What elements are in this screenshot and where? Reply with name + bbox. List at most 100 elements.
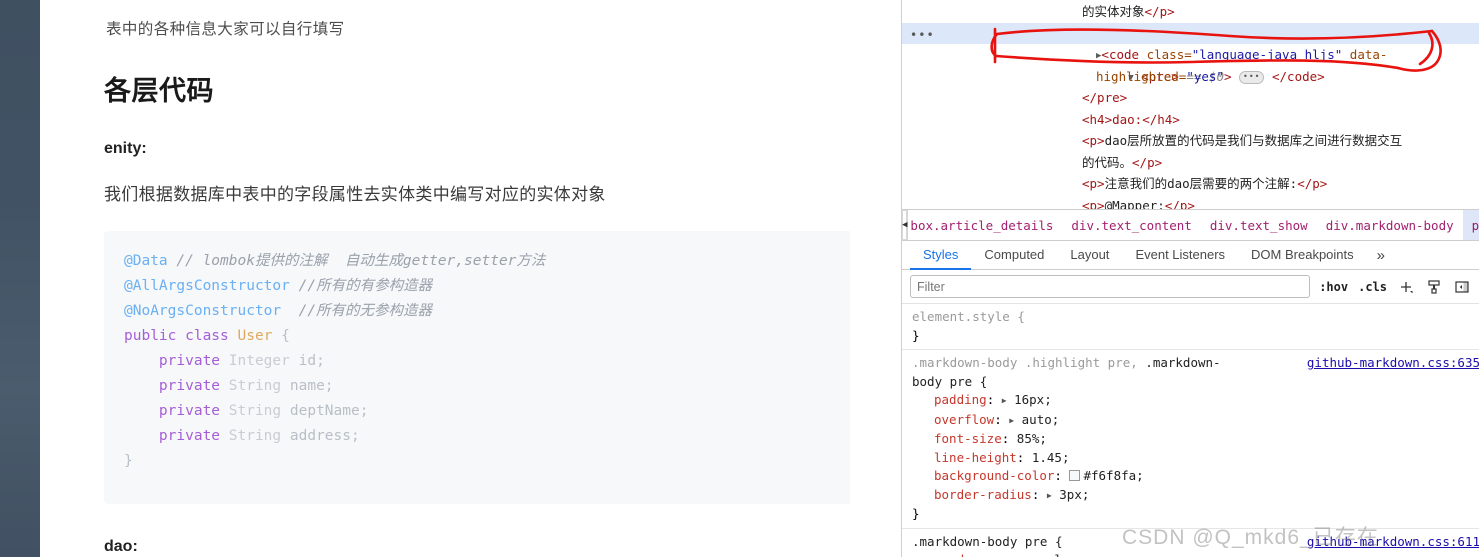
breadcrumb-item-div-text-show[interactable]: div.text_show: [1201, 210, 1317, 240]
breadcrumb-item-box-article-details[interactable]: box.article_details: [908, 210, 1062, 240]
breadcrumb-item-pre[interactable]: pre: [1462, 210, 1479, 240]
dom-row[interactable]: <p>@Mapper:</p>: [902, 195, 1479, 210]
breadcrumb[interactable]: ◀ box.article_details div.text_content d…: [902, 209, 1479, 241]
article-content: 表中的各种信息大家可以自行填写 各层代码 enity: 我们根据数据库中表中的字…: [40, 0, 850, 556]
tab-dom-breakpoints[interactable]: DOM Breakpoints: [1238, 241, 1367, 270]
code-keyword: private: [158, 377, 229, 394]
subheading-entity: enity:: [104, 139, 147, 157]
code-punct: }: [124, 452, 133, 469]
element-classes-paint-icon[interactable]: [1424, 277, 1444, 297]
breadcrumb-item-div-markdown-body[interactable]: div.markdown-body: [1317, 210, 1463, 240]
rule-selector-text: element.style {: [912, 309, 1025, 324]
declaration-property[interactable]: background-color: [934, 468, 1054, 483]
style-rule-element-style[interactable]: element.style { }: [902, 304, 1479, 350]
paragraph-entity: 我们根据数据库中表中的字段属性去实体类中编写对应的实体对象: [104, 184, 606, 204]
dom-tree[interactable]: 的实体对象</p> ••• ▼ <pre> == $0 ▶<code class…: [902, 0, 1479, 209]
code-line: @NoArgsConstructor //所有的无参构造器: [104, 299, 850, 324]
declaration-property[interactable]: overflow: [934, 412, 994, 427]
declaration-property[interactable]: padding: [934, 392, 987, 407]
expand-icon[interactable]: ▶: [1002, 392, 1007, 411]
declaration-value[interactable]: auto;: [1022, 412, 1060, 427]
toggle-sidebar-icon[interactable]: [1452, 277, 1472, 297]
code-line: private String name;: [104, 374, 850, 399]
page-title: 各层代码: [104, 75, 214, 106]
dom-tag-code: <code: [1101, 47, 1140, 62]
dom-ellipsis-icon[interactable]: •••: [910, 25, 935, 47]
filter-input[interactable]: [910, 275, 1311, 298]
dom-text: dao层所放置的代码是我们与数据库之间进行数据交互: [1104, 133, 1403, 148]
breadcrumb-item-div-text-content[interactable]: div.text_content: [1062, 210, 1200, 240]
new-style-rule-icon[interactable]: [1396, 277, 1416, 297]
code-type: String: [228, 402, 282, 419]
dom-collapsed-children-icon[interactable]: •••: [1239, 70, 1265, 84]
tab-layout[interactable]: Layout: [1057, 241, 1122, 270]
dom-row[interactable]: <p>注意我们的dao层需要的两个注解:</p>: [902, 173, 1479, 195]
left-decorative-rail: [0, 0, 40, 557]
declaration: font-size: 85%;: [934, 431, 1047, 446]
code-comment: //所有的有参构造器: [289, 277, 433, 294]
devtools-tabbar[interactable]: Styles Computed Layout Event Listeners D…: [902, 241, 1479, 270]
declaration-value[interactable]: 1.45;: [1032, 450, 1070, 465]
dom-row[interactable]: </pre>: [902, 87, 1479, 109]
intro-paragraph: 表中的各种信息大家可以自行填写: [106, 21, 345, 38]
cls-button[interactable]: .cls: [1357, 280, 1388, 294]
declaration-value[interactable]: 3px;: [1059, 487, 1089, 502]
styles-toolbar: :hov .cls: [902, 270, 1479, 304]
declaration-property[interactable]: font-size: [934, 431, 1002, 446]
dom-p-close: </p>: [1297, 176, 1328, 191]
dom-attr-data-highlighted: highlighted=: [1096, 68, 1187, 84]
declaration-property[interactable]: line-height: [934, 450, 1017, 465]
screen-root: 表中的各种信息大家可以自行填写 各层代码 enity: 我们根据数据库中表中的字…: [0, 0, 1479, 557]
code-annotation: @AllArgsConstructor: [124, 277, 290, 294]
rule-selector-dim: .markdown-body .highlight pre,: [912, 355, 1146, 370]
dom-text: 注意我们的dao层需要的两个注解:: [1104, 176, 1298, 191]
style-rule-markdown-highlight-pre[interactable]: .markdown-body .highlight pre, .markdown…: [902, 350, 1479, 529]
dom-row[interactable]: <p>dao层所放置的代码是我们与数据库之间进行数据交互: [902, 130, 1479, 152]
dom-text: 的实体对象: [1082, 4, 1145, 19]
declaration-value[interactable]: #f6f8fa;: [1083, 468, 1143, 483]
dom-row[interactable]: 的实体对象</p>: [902, 1, 1479, 23]
code-line: private String deptName;: [104, 399, 850, 424]
code-keyword: private: [158, 352, 229, 369]
tab-event-listeners[interactable]: Event Listeners: [1122, 241, 1238, 270]
dom-attr-data: data-: [1349, 47, 1388, 62]
code-annotation: @NoArgsConstructor: [124, 302, 282, 319]
declaration-property[interactable]: border-radius: [934, 487, 1032, 502]
dom-p-close: </p>: [1132, 154, 1163, 170]
dom-row-selected[interactable]: ••• ▼ <pre> == $0: [902, 22, 1479, 84]
dom-text: @Mapper:: [1104, 197, 1165, 210]
dom-gt: >: [1223, 68, 1232, 84]
rule-close: }: [912, 327, 920, 343]
devtools-panel: 的实体对象</p> ••• ▼ <pre> == $0 ▶<code class…: [901, 0, 1479, 557]
declaration: background-color: #f6f8fa;: [934, 468, 1144, 483]
dom-row[interactable]: highlighted="yes"> ••• </code>: [902, 66, 1479, 88]
code-block-user-entity[interactable]: @Data // lombok提供的注解 自动生成getter,setter方法…: [104, 230, 850, 504]
dom-row[interactable]: 的代码。</p>: [902, 152, 1479, 174]
expand-icon[interactable]: ▶: [1047, 487, 1052, 506]
tabs-overflow-icon[interactable]: »: [1367, 242, 1395, 269]
declaration-value[interactable]: normal;: [1017, 552, 1070, 557]
rule-source-link[interactable]: github-markdown.css:635: [1307, 354, 1479, 373]
dom-p-open: <p>: [1082, 176, 1105, 191]
code-comment: //所有的无参构造器: [281, 302, 433, 319]
dom-row[interactable]: ▶<code class="language-java hljs" data-: [902, 44, 1479, 66]
declaration-value[interactable]: 16px;: [1014, 392, 1052, 407]
code-classname: User: [237, 327, 273, 344]
color-swatch[interactable]: [1069, 470, 1081, 481]
tab-styles[interactable]: Styles: [910, 241, 972, 270]
tab-computed[interactable]: Computed: [971, 241, 1057, 270]
dom-row[interactable]: <h4>dao:</h4>: [902, 109, 1479, 131]
declaration: padding: ▶ 16px;: [912, 391, 1479, 411]
styles-pane[interactable]: element.style { } .markdown-body .highli…: [902, 304, 1479, 557]
code-keyword: public class: [124, 327, 238, 344]
expand-icon[interactable]: ▶: [1009, 412, 1014, 431]
dom-text: 的代码。: [1082, 154, 1133, 170]
code-type: String: [228, 427, 282, 444]
declaration-property[interactable]: word-wrap: [934, 552, 1002, 557]
dom-close-pre: </pre>: [1082, 90, 1128, 105]
hov-button[interactable]: :hov: [1318, 280, 1349, 294]
dom-attr-data-highlighted-value: "yes": [1186, 68, 1224, 84]
declaration-value[interactable]: 85%;: [1017, 431, 1047, 446]
